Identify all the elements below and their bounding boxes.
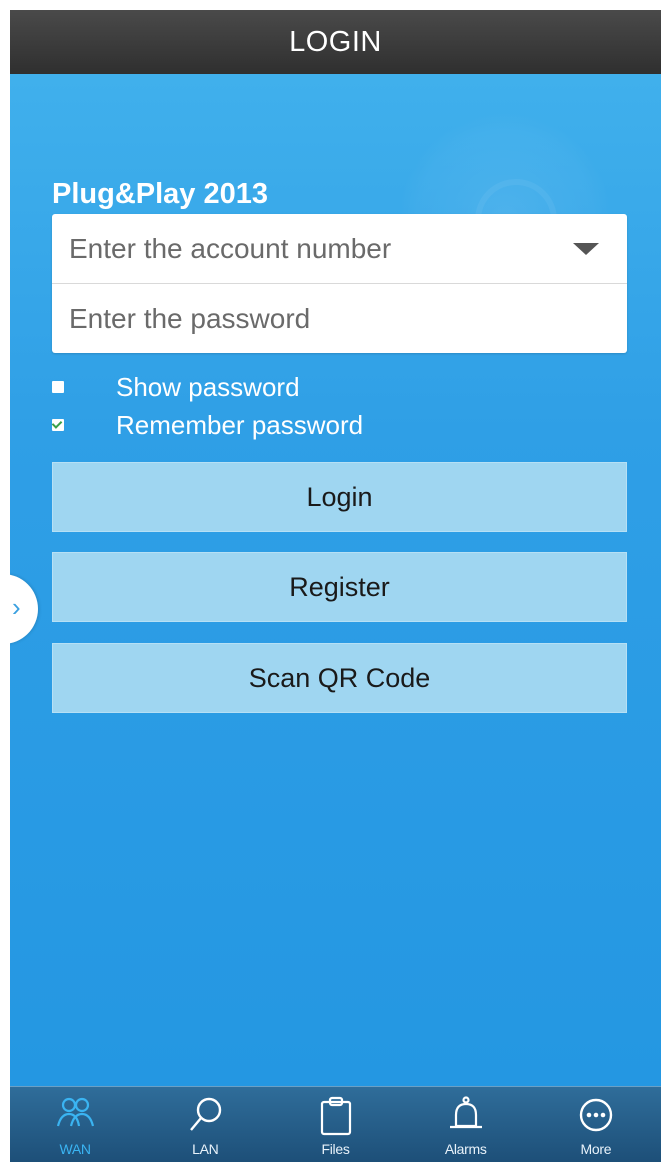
login-button[interactable]: Login: [52, 462, 627, 532]
tab-wan-label: WAN: [59, 1141, 91, 1157]
side-drawer-handle[interactable]: ›: [10, 574, 38, 644]
account-input[interactable]: [69, 232, 549, 265]
app-name: Plug&Play 2013: [52, 178, 268, 210]
login-form: [52, 214, 627, 353]
remember-password-option[interactable]: Remember password: [52, 408, 363, 442]
scan-qr-code-button[interactable]: Scan QR Code: [52, 643, 627, 713]
tab-alarms-label: Alarms: [444, 1141, 487, 1157]
tab-lan-label: LAN: [192, 1141, 219, 1157]
bottom-tab-bar: WAN LAN Files Alarms More: [10, 1086, 661, 1162]
show-password-label: Show password: [116, 371, 300, 402]
tab-more-label: More: [580, 1141, 612, 1157]
tab-files-label: Files: [321, 1141, 350, 1157]
clipboard-icon: [320, 1096, 351, 1136]
app-screen: LOGIN Plug&Play 2013 Show password Remem…: [10, 10, 661, 1162]
page-title: LOGIN: [289, 25, 382, 58]
show-password-checkbox[interactable]: [52, 381, 64, 393]
remember-password-label: Remember password: [116, 409, 364, 440]
tab-more[interactable]: More: [531, 1087, 661, 1162]
more-icon: [579, 1098, 613, 1132]
tab-files[interactable]: Files: [270, 1087, 400, 1162]
title-bar: LOGIN: [10, 10, 661, 74]
search-icon: [190, 1097, 222, 1131]
register-button[interactable]: Register: [52, 552, 627, 622]
dropdown-arrow-icon[interactable]: [573, 243, 599, 255]
tab-lan[interactable]: LAN: [140, 1087, 270, 1162]
password-input[interactable]: [69, 302, 549, 335]
remember-password-checkbox[interactable]: [52, 419, 64, 431]
tab-alarms[interactable]: Alarms: [401, 1087, 531, 1162]
users-icon: [57, 1097, 95, 1127]
tab-wan[interactable]: WAN: [10, 1087, 140, 1162]
password-row: [52, 284, 627, 353]
login-content: Plug&Play 2013 Show password Remember pa…: [10, 74, 661, 1086]
show-password-option[interactable]: Show password: [52, 370, 300, 404]
account-row: [52, 214, 627, 284]
bell-icon: [449, 1096, 482, 1129]
chevron-right-icon: ›: [12, 592, 21, 622]
